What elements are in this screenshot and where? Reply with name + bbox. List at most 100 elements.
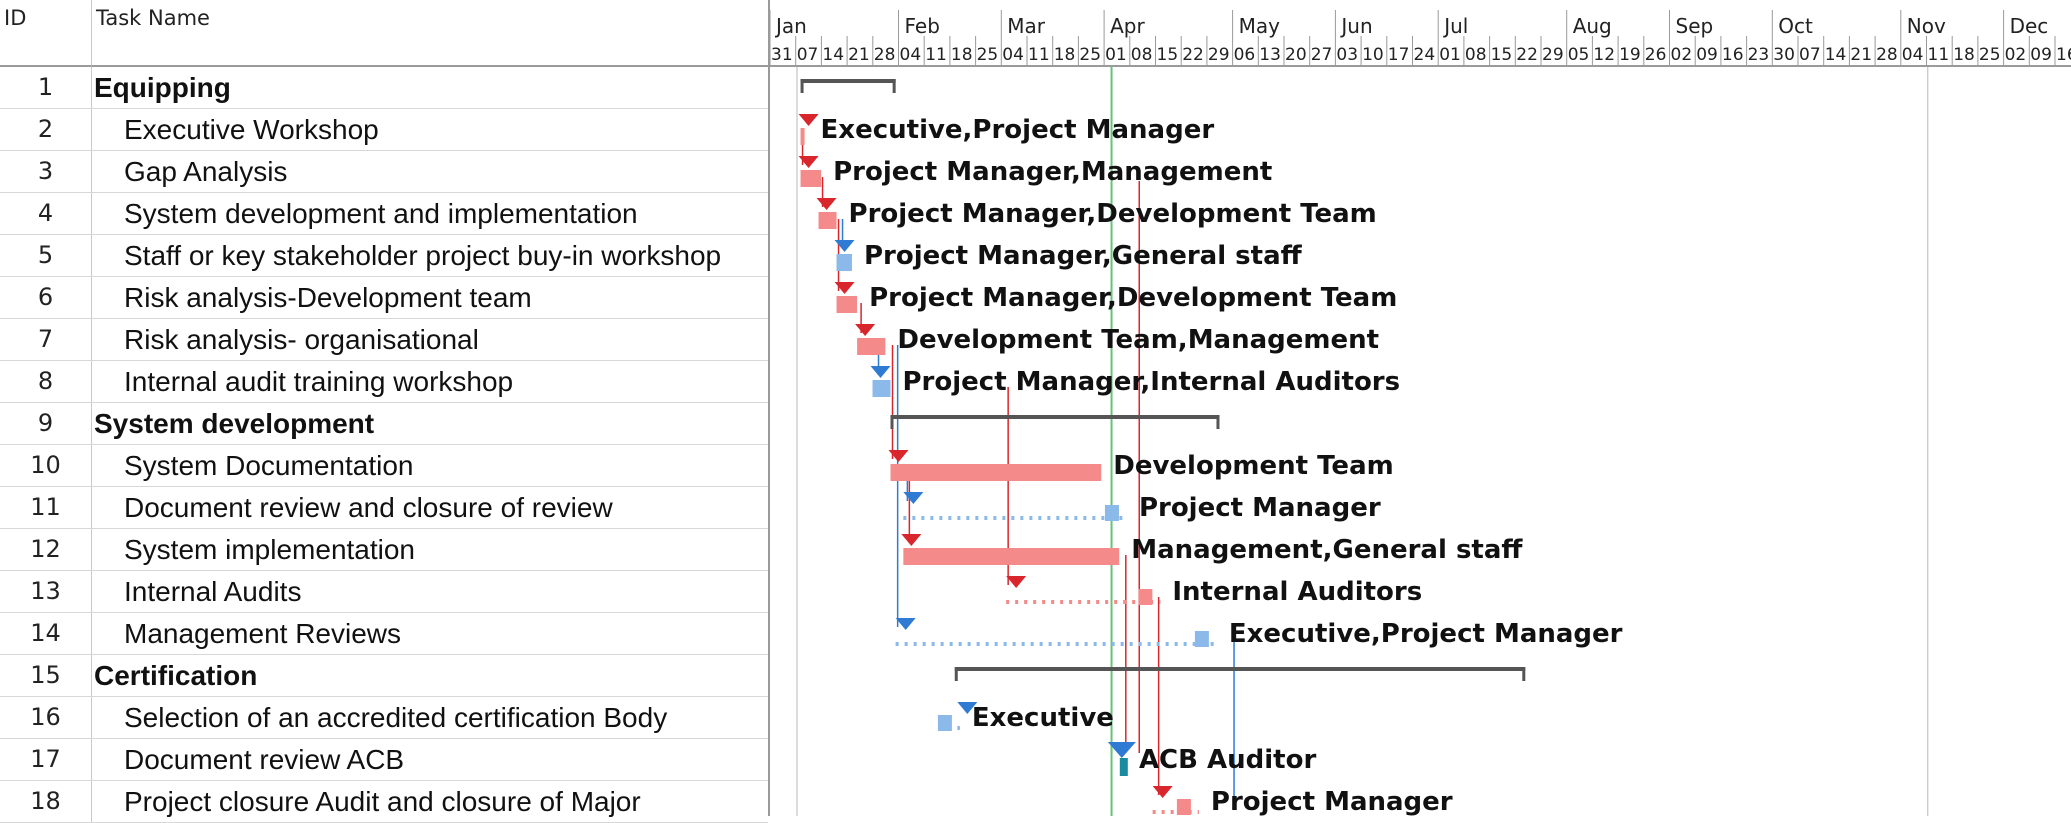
- summary-bar: [890, 415, 1220, 419]
- task-row[interactable]: 17 Document review ACB: [0, 739, 768, 781]
- summary-cap-start: [890, 415, 894, 429]
- month-label-feb: Feb: [905, 14, 940, 38]
- resource-label: Development Team: [1113, 451, 1393, 481]
- week-label: 29: [1542, 45, 1564, 65]
- task-row[interactable]: 18 Project closure Audit and closure of M…: [0, 781, 768, 823]
- summary-task-name: Certification: [94, 660, 258, 691]
- critical-task-bar: [890, 464, 1102, 481]
- week-label: 12: [1593, 45, 1615, 65]
- task-row[interactable]: 5 Staff or key stakeholder project buy-in…: [0, 235, 768, 277]
- task-row[interactable]: 10 System Documentation: [0, 445, 768, 487]
- week-label: 14: [1825, 45, 1847, 65]
- week-label: 28: [1876, 45, 1898, 65]
- task-grid: ID Task Name 1 Equipping 2 Executive Worksh…: [0, 0, 770, 823]
- task-id: 4: [0, 193, 92, 234]
- task-row[interactable]: 7 Risk analysis- organisational: [0, 319, 768, 361]
- dependency-arrow-head: [855, 324, 876, 336]
- month-label-dec: Dec: [2010, 14, 2049, 38]
- critical-task-bar: [857, 338, 886, 355]
- summary-task-name: System development: [94, 408, 375, 439]
- id-column-header[interactable]: ID: [0, 0, 92, 67]
- week-label: 27: [1311, 45, 1333, 65]
- resource-label: Executive,Project Manager: [821, 115, 1215, 145]
- task-name: System development and implementation: [124, 198, 638, 229]
- week-label: 20: [1285, 45, 1307, 65]
- task-name: Executive Workshop: [124, 114, 379, 145]
- summary-bar: [800, 79, 896, 83]
- week-label: 24: [1414, 45, 1436, 65]
- task-id: 17: [0, 739, 92, 780]
- resource-label: Project Manager: [1139, 493, 1381, 523]
- task-name: Document review and closure of review: [124, 492, 613, 523]
- task-row[interactable]: 16 Selection of an accredited certificati…: [0, 697, 768, 739]
- week-label: 13: [1259, 45, 1281, 65]
- dependency-arrow-head: [888, 450, 909, 462]
- week-label: 28: [874, 45, 896, 65]
- resource-label: Development Team,Management: [897, 325, 1379, 355]
- month-label-sep: Sep: [1676, 14, 1714, 38]
- resource-label: Executive,Project Manager: [1229, 619, 1623, 649]
- split-task-segment: [937, 715, 952, 731]
- week-label: 16: [1722, 45, 1744, 65]
- resource-label: Project Manager,Internal Auditors: [903, 367, 1401, 397]
- dependency-arrow-head: [903, 492, 924, 504]
- task-row[interactable]: 3 Gap Analysis: [0, 151, 768, 193]
- week-label: 11: [925, 45, 947, 65]
- summary-cap-start: [954, 667, 958, 681]
- week-label: 21: [848, 45, 870, 65]
- week-label: 31: [771, 45, 793, 65]
- milestone-bar: [1119, 758, 1128, 776]
- week-label: 30: [1773, 45, 1795, 65]
- normal-task-bar: [872, 380, 891, 397]
- summary-bar: [954, 667, 1526, 671]
- week-label: 21: [1850, 45, 1872, 65]
- week-label: 16: [2056, 45, 2071, 65]
- task-name: Selection of an accredited certification…: [124, 702, 668, 733]
- task-name-header-label: Task Name: [96, 6, 210, 30]
- split-task-segment: [1138, 589, 1153, 605]
- id-header-label: ID: [4, 6, 27, 30]
- task-row[interactable]: 8 Internal audit training workshop: [0, 361, 768, 403]
- dependency-arrow-head: [901, 534, 922, 546]
- resource-label: Project Manager,Development Team: [869, 283, 1397, 313]
- week-label: 26: [1645, 45, 1667, 65]
- task-name: Risk analysis-Development team: [124, 282, 532, 313]
- week-label: 17: [1388, 45, 1410, 65]
- task-name: Document review ACB: [124, 744, 405, 775]
- week-label: 09: [2030, 45, 2052, 65]
- resource-label: Executive: [972, 703, 1114, 733]
- summary-cap-end: [1216, 415, 1220, 429]
- task-row[interactable]: 2 Executive Workshop: [0, 109, 768, 151]
- task-row[interactable]: 12 System implementation: [0, 529, 768, 571]
- summary-cap-end: [1522, 667, 1526, 681]
- critical-task-bar: [818, 212, 837, 229]
- month-label-may: May: [1239, 14, 1281, 38]
- task-row[interactable]: 15 Certification: [0, 655, 768, 697]
- month-label-oct: Oct: [1778, 14, 1813, 38]
- week-label: 08: [1465, 45, 1487, 65]
- task-row[interactable]: 13 Internal Audits: [0, 571, 768, 613]
- task-row[interactable]: 4 System development and implementation: [0, 193, 768, 235]
- task-row[interactable]: 1 Equipping: [0, 67, 768, 109]
- week-label: 25: [1979, 45, 2001, 65]
- task-row[interactable]: 14 Management Reviews: [0, 613, 768, 655]
- week-label: 22: [1182, 45, 1204, 65]
- task-id: 11: [0, 487, 92, 528]
- dependency-arrow-head: [798, 156, 819, 168]
- month-label-jul: Jul: [1442, 14, 1468, 38]
- week-label: 07: [797, 45, 819, 65]
- week-label: 25: [1079, 45, 1101, 65]
- task-name-column-header[interactable]: Task Name: [92, 0, 768, 67]
- task-row[interactable]: 9 System development: [0, 403, 768, 445]
- task-row[interactable]: 11 Document review and closure of review: [0, 487, 768, 529]
- task-name: Management Reviews: [124, 618, 402, 649]
- task-row[interactable]: 6 Risk analysis-Development team: [0, 277, 768, 319]
- critical-task-bar: [800, 170, 822, 187]
- week-label: 22: [1516, 45, 1538, 65]
- split-task-segment: [1104, 505, 1119, 521]
- dependency-arrow-head: [1006, 576, 1027, 588]
- week-label: 09: [1696, 45, 1718, 65]
- task-id: 6: [0, 277, 92, 318]
- summary-cap-start: [800, 79, 804, 93]
- gantt-chart: Jan Feb Mar Apr May Jun Jul Aug Sep Oct Nov Dec31 07…: [770, 0, 2071, 816]
